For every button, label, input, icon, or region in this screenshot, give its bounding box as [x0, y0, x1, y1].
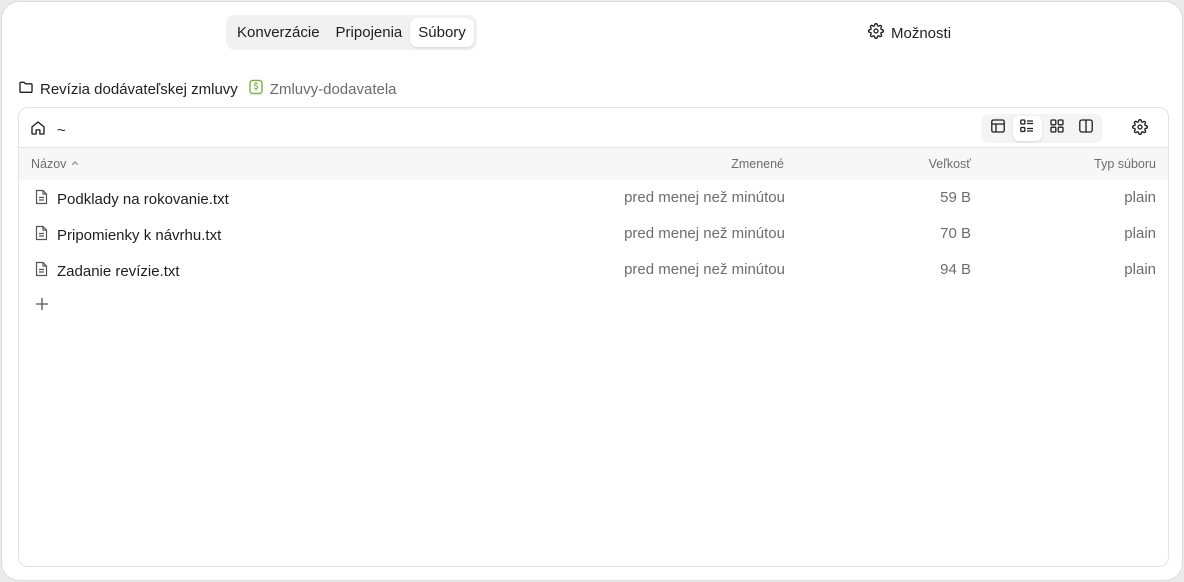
- file-name-cell: Pripomienky k návrhu.txt: [34, 225, 221, 245]
- file-size: 59 B: [940, 189, 971, 206]
- column-header-type[interactable]: Typ súboru: [1094, 157, 1156, 171]
- split-view-button[interactable]: [1072, 116, 1102, 141]
- table-header: Názov Zmenené Veľkosť Typ súboru: [19, 148, 1168, 180]
- add-file-button[interactable]: [34, 296, 50, 312]
- text-file-icon: [34, 225, 49, 245]
- text-file-icon: [34, 189, 49, 209]
- options-label: Možnosti: [891, 24, 952, 42]
- file-name: Podklady na rokovanie.txt: [57, 190, 229, 208]
- path-label: ~: [57, 121, 66, 139]
- column-header-name[interactable]: Názov: [31, 157, 80, 171]
- panel-settings-button[interactable]: [1129, 118, 1151, 140]
- file-name-cell: Podklady na rokovanie.txt: [34, 189, 229, 209]
- file-name: Zadanie revízie.txt: [57, 262, 180, 280]
- column-header-name-label: Názov: [31, 157, 67, 171]
- gear-icon: [868, 23, 884, 43]
- table-row[interactable]: Zadanie revízie.txt pred menej než minút…: [19, 252, 1168, 288]
- column-header-modified[interactable]: Zmenené: [731, 157, 784, 171]
- table-row[interactable]: Pripomienky k návrhu.txt pred menej než …: [19, 216, 1168, 252]
- file-modified: pred menej než minútou: [624, 261, 785, 278]
- file-browser-panel: ~ Názov Zmenené Veľkosť Typ súboru Podkl…: [18, 107, 1169, 567]
- file-type: plain: [1124, 189, 1156, 206]
- breadcrumb: Revízia dodávateľskej zmluvy Zmluvy-doda…: [18, 79, 397, 99]
- sort-ascending-icon: [70, 157, 80, 171]
- spreadsheet-badge-icon: [248, 79, 264, 99]
- column-header-size[interactable]: Veľkosť: [929, 157, 971, 171]
- table-row[interactable]: Podklady na rokovanie.txt pred menej než…: [19, 180, 1168, 216]
- gear-icon: [1132, 118, 1148, 140]
- file-type: plain: [1124, 225, 1156, 242]
- folder-icon: [18, 79, 34, 99]
- file-size: 94 B: [940, 261, 971, 278]
- segmented-tabs: Konverzácie Pripojenia Súbory: [226, 15, 477, 50]
- breadcrumb-project[interactable]: Revízia dodávateľskej zmluvy: [18, 79, 238, 99]
- file-toolbar: ~: [19, 108, 1168, 148]
- options-button[interactable]: Možnosti: [868, 22, 951, 44]
- file-modified: pred menej než minútou: [624, 225, 785, 242]
- file-size: 70 B: [940, 225, 971, 242]
- list-view-icon: [1019, 118, 1035, 139]
- breadcrumb-folder-label: Zmluvy-dodavatela: [269, 80, 397, 98]
- app-window: Konverzácie Pripojenia Súbory Možnosti R…: [1, 1, 1183, 581]
- file-type: plain: [1124, 261, 1156, 278]
- file-name-cell: Zadanie revízie.txt: [34, 261, 180, 281]
- split-view-icon: [1078, 118, 1094, 139]
- tab-conversations[interactable]: Konverzácie: [229, 18, 328, 47]
- home-path[interactable]: ~: [29, 119, 66, 141]
- breadcrumb-project-label: Revízia dodávateľskej zmluvy: [40, 80, 238, 98]
- tab-connections[interactable]: Pripojenia: [328, 18, 411, 47]
- table-view-icon: [990, 118, 1006, 139]
- text-file-icon: [34, 261, 49, 281]
- tab-files[interactable]: Súbory: [410, 18, 474, 47]
- plus-icon: [34, 297, 50, 316]
- list-view-button[interactable]: [1012, 116, 1042, 141]
- grid-view-icon: [1049, 118, 1065, 139]
- view-switcher: [981, 114, 1103, 143]
- file-name: Pripomienky k návrhu.txt: [57, 226, 222, 244]
- table-view-button[interactable]: [983, 116, 1013, 141]
- grid-view-button[interactable]: [1042, 116, 1072, 141]
- breadcrumb-folder[interactable]: Zmluvy-dodavatela: [248, 79, 397, 99]
- file-modified: pred menej než minútou: [624, 189, 785, 206]
- home-icon: [29, 119, 47, 141]
